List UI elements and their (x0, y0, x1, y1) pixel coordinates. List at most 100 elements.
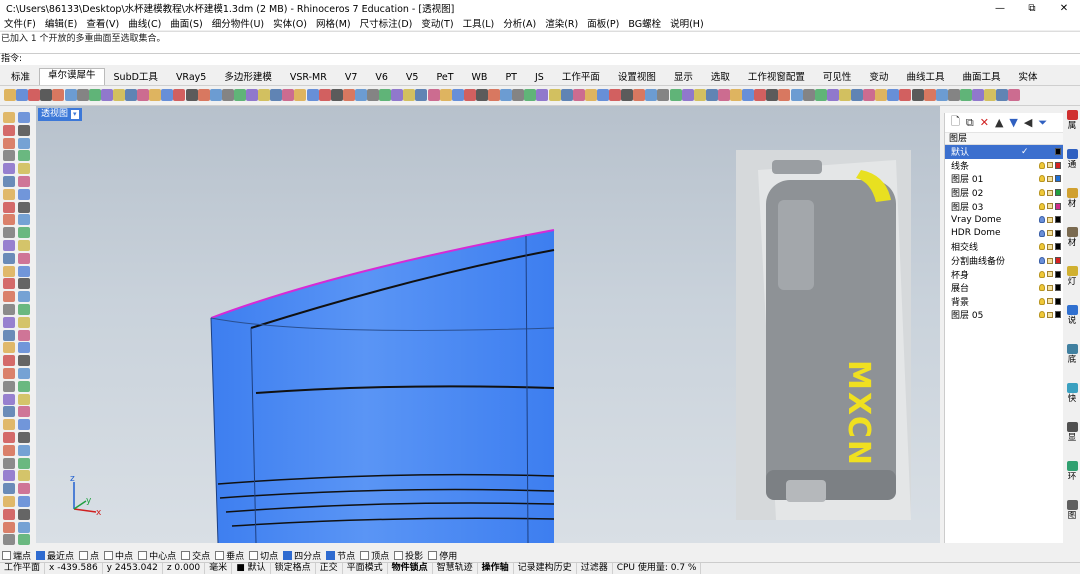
right-panel-tab[interactable]: 材 (1065, 188, 1079, 209)
right-panel-tab[interactable]: 图 (1065, 500, 1079, 521)
left-tool-icon[interactable] (18, 406, 30, 418)
left-tool-icon[interactable] (18, 278, 30, 290)
toolbar-tool-icon[interactable] (306, 89, 319, 101)
toolbar-tool-icon[interactable] (548, 89, 561, 101)
toolbar-tool-icon[interactable] (28, 89, 41, 101)
back-icon[interactable]: ◀ (1024, 116, 1032, 129)
toolbar-tool-icon[interactable] (100, 89, 113, 101)
left-tool-icon[interactable] (18, 508, 30, 520)
toolbar-tool-icon[interactable] (221, 89, 234, 101)
toolbar-tool-icon[interactable] (76, 89, 89, 101)
left-tool-icon[interactable] (18, 432, 30, 443)
toolbar-tool-icon[interactable] (524, 89, 537, 101)
left-tool-icon[interactable] (3, 137, 15, 149)
left-tool-icon[interactable] (18, 521, 30, 533)
toolbar-tool-icon[interactable] (379, 89, 392, 101)
layer-row[interactable]: 图层 01 (945, 172, 1063, 186)
toolbar-tool-icon[interactable] (972, 89, 984, 101)
layer-visibility-bulb-icon[interactable] (1039, 257, 1045, 265)
tab-item[interactable]: SubD工具 (105, 70, 167, 85)
toolbar-tool-icon[interactable] (730, 89, 742, 101)
left-tool-icon[interactable] (3, 534, 15, 546)
toolbar-tool-icon[interactable] (209, 89, 222, 101)
new-layer-icon[interactable]: 🗋 (951, 113, 960, 132)
left-tool-icon[interactable] (3, 342, 15, 354)
tab-item[interactable]: V7 (336, 70, 367, 85)
toolbar-tool-icon[interactable] (64, 89, 77, 101)
right-panel-tab[interactable]: 底 (1065, 344, 1079, 365)
toolbar-tool-icon[interactable] (826, 89, 839, 101)
osnap-option[interactable]: 交点 (181, 549, 210, 562)
move-down-icon[interactable]: ▼ (1009, 116, 1017, 129)
toolbar-tool-icon[interactable] (488, 89, 500, 101)
right-panel-tab[interactable]: 灯 (1065, 266, 1079, 287)
left-tool-icon[interactable] (18, 342, 30, 354)
layer-row[interactable]: 背景 (945, 295, 1063, 309)
left-tool-icon[interactable] (3, 419, 15, 431)
toolbar-tool-icon[interactable] (814, 89, 827, 101)
tab-item[interactable]: V5 (397, 70, 428, 85)
toolbar-tool-icon[interactable] (40, 89, 53, 101)
layer-visibility-bulb-icon[interactable] (1039, 202, 1045, 210)
toolbar-tool-icon[interactable] (621, 89, 634, 101)
layer-visibility-bulb-icon[interactable] (1039, 161, 1045, 169)
osnap-option[interactable]: 节点 (326, 549, 355, 562)
menu-item[interactable]: 分析(A) (503, 16, 536, 30)
osnap-option[interactable]: 四分点 (283, 549, 321, 562)
toolbar-tool-icon[interactable] (367, 89, 379, 101)
toolbar-tool-icon[interactable] (645, 89, 658, 101)
toolbar-tool-icon[interactable] (246, 89, 258, 101)
osnap-checkbox[interactable] (326, 550, 336, 560)
toolbar-tool-icon[interactable] (415, 89, 428, 101)
layer-lock-icon[interactable] (1047, 271, 1053, 278)
left-tool-icon[interactable] (18, 252, 30, 264)
layer-visibility-bulb-icon[interactable] (1039, 189, 1045, 197)
toolbar-tool-icon[interactable] (500, 89, 513, 101)
menu-item[interactable]: 细分物件(U) (212, 16, 264, 30)
left-tool-icon[interactable] (18, 124, 30, 136)
toolbar-tool-icon[interactable] (294, 89, 307, 101)
toolbar-tool-icon[interactable] (935, 89, 948, 101)
layer-lock-icon[interactable] (1047, 311, 1053, 318)
osnap-option[interactable]: 切点 (249, 549, 278, 562)
left-tool-icon[interactable] (18, 304, 30, 315)
layer-color-swatch[interactable] (1055, 257, 1061, 265)
left-tool-icon[interactable] (18, 380, 30, 392)
toolbar-tool-icon[interactable] (633, 89, 646, 101)
left-tool-icon[interactable] (3, 521, 15, 533)
left-tool-icon[interactable] (18, 201, 30, 213)
toolbar-tool-icon[interactable] (427, 89, 440, 101)
toolbar-tool-icon[interactable] (947, 89, 960, 101)
osnap-option[interactable]: 中心点 (138, 549, 176, 562)
restore-button[interactable]: ⧉ (1016, 3, 1048, 14)
osnap-checkbox[interactable] (360, 550, 370, 560)
layer-row[interactable]: 默认 ✓ (945, 145, 1063, 159)
left-tool-icon[interactable] (18, 112, 30, 123)
move-up-icon[interactable]: ▲ (995, 116, 1003, 129)
toolbar-tool-icon[interactable] (766, 89, 779, 101)
tab-item[interactable]: 卓尔谟犀牛 (39, 68, 105, 85)
layer-color-swatch[interactable] (1055, 202, 1061, 210)
layer-visibility-bulb-icon[interactable] (1039, 297, 1045, 305)
layer-visibility-bulb-icon[interactable] (1039, 243, 1045, 251)
layer-lock-icon[interactable] (1047, 257, 1053, 264)
menu-item[interactable]: 查看(V) (86, 16, 119, 30)
osnap-checkbox[interactable] (138, 550, 148, 560)
tab-item[interactable]: 可见性 (814, 70, 861, 85)
left-tool-icon[interactable] (3, 188, 15, 200)
tab-item[interactable]: PeT (427, 70, 462, 85)
toolbar-tool-icon[interactable] (996, 89, 1009, 101)
toolbar-tool-icon[interactable] (560, 89, 573, 101)
left-tool-icon[interactable] (3, 304, 15, 315)
layer-lock-icon[interactable] (1047, 216, 1053, 223)
status-toggle[interactable]: 操作轴 (478, 563, 514, 574)
status-toggle[interactable]: 正交 (316, 563, 343, 574)
layer-lock-icon[interactable] (1047, 284, 1053, 291)
delete-layer-icon[interactable]: ✕ (980, 116, 989, 129)
osnap-checkbox[interactable] (215, 550, 225, 560)
layer-color-swatch[interactable] (1055, 270, 1061, 278)
toolbar-tool-icon[interactable] (657, 89, 670, 101)
status-toggle[interactable]: 智慧轨迹 (433, 563, 478, 574)
osnap-checkbox[interactable] (249, 550, 259, 560)
osnap-option[interactable]: 中点 (104, 549, 133, 562)
